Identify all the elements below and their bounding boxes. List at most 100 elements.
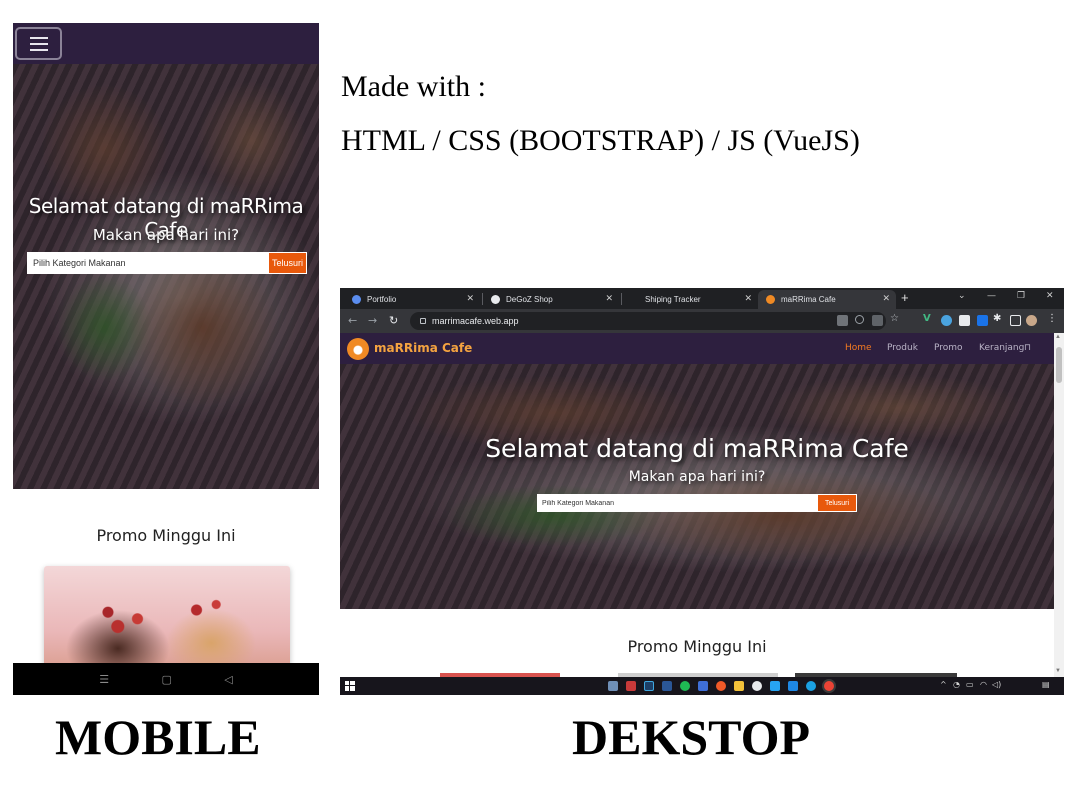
mobile-navbar bbox=[13, 23, 319, 64]
made-with-label: Made with : bbox=[341, 70, 486, 103]
tab-marrima-cafe[interactable]: maRRima Cafe ✕ bbox=[758, 290, 896, 309]
share-icon[interactable] bbox=[872, 315, 883, 326]
mobile-label: MOBILE bbox=[55, 709, 261, 765]
search-button[interactable]: Telusuri bbox=[817, 494, 857, 512]
hero-title: Selamat datang di maRRima Cafe bbox=[485, 434, 909, 463]
bookmark-star-icon[interactable]: ☆ bbox=[890, 313, 899, 324]
tech-stack-label: HTML / CSS (BOOTSTRAP) / JS (VueJS) bbox=[341, 124, 860, 157]
search-bar: Telusuri bbox=[537, 494, 857, 512]
search-button[interactable]: Telusuri bbox=[268, 252, 307, 274]
minimize-icon[interactable]: — bbox=[987, 291, 996, 301]
close-icon[interactable]: ✕ bbox=[744, 293, 752, 304]
spotify-icon[interactable] bbox=[680, 681, 690, 691]
reload-icon[interactable]: ↻ bbox=[389, 314, 398, 327]
windows-taskbar: ^ ◔ ▭ ◠ ◁) ▤ bbox=[340, 677, 1064, 695]
search-input[interactable] bbox=[27, 252, 268, 274]
tray-chevron-icon[interactable]: ^ bbox=[940, 680, 947, 689]
site-navbar: maRRima Cafe Home Produk Promo Keranjang… bbox=[340, 333, 1054, 364]
tab-title: maRRima Cafe bbox=[781, 295, 836, 304]
hero-subtitle: Makan apa hari ini? bbox=[92, 226, 240, 244]
back-icon[interactable]: ◁ bbox=[224, 673, 232, 686]
zoom-icon[interactable] bbox=[855, 315, 864, 324]
profile-avatar[interactable] bbox=[1026, 315, 1037, 326]
tab-title: Portfolio bbox=[367, 295, 397, 304]
forward-arrow-icon[interactable]: → bbox=[368, 314, 377, 327]
nav-link-produk[interactable]: Produk bbox=[887, 343, 918, 353]
desktop-screenshot: Portfolio ✕ DeGoZ Shop ✕ Shiping Tracker… bbox=[340, 288, 1064, 695]
vue-devtools-icon[interactable]: V bbox=[923, 313, 931, 324]
lock-icon bbox=[420, 318, 426, 324]
tray-battery-icon[interactable]: ▭ bbox=[966, 680, 974, 689]
close-icon[interactable]: ✕ bbox=[605, 293, 613, 304]
android-nav-bar: ☰ ▢ ◁ bbox=[13, 663, 319, 695]
marrima-favicon-icon bbox=[766, 295, 775, 304]
search-input[interactable] bbox=[537, 494, 817, 512]
taskbar-app-icon[interactable] bbox=[806, 681, 816, 691]
taskbar-app-icon[interactable] bbox=[662, 681, 672, 691]
nav-link-promo[interactable]: Promo bbox=[934, 343, 963, 353]
restore-icon[interactable]: ❐ bbox=[1017, 291, 1025, 301]
tab-search-icon[interactable]: ⌄ bbox=[958, 291, 966, 301]
search-bar: Telusuri bbox=[27, 252, 307, 274]
windows-start-icon[interactable] bbox=[345, 681, 355, 691]
cart-icon[interactable]: ⊓ bbox=[1024, 343, 1031, 353]
extension-icon[interactable] bbox=[977, 315, 988, 326]
tab-title: Shiping Tracker bbox=[645, 295, 701, 304]
webpage-viewport: maRRima Cafe Home Produk Promo Keranjang… bbox=[340, 333, 1054, 677]
new-tab-icon[interactable]: + bbox=[901, 290, 909, 305]
brand-name[interactable]: maRRima Cafe bbox=[374, 341, 472, 355]
taskbar-app-icon[interactable] bbox=[644, 681, 654, 691]
translate-icon[interactable] bbox=[837, 315, 848, 326]
promo-title: Promo Minggu Ini bbox=[96, 526, 236, 545]
taskbar-app-icon[interactable] bbox=[626, 681, 636, 691]
address-bar[interactable]: marrimacafe.web.app bbox=[410, 312, 886, 330]
taskbar-app-icon[interactable] bbox=[608, 681, 618, 691]
tab-shiping-tracker[interactable]: Shiping Tracker ✕ bbox=[622, 290, 758, 309]
side-panel-icon[interactable] bbox=[1010, 315, 1021, 326]
tray-wifi-icon[interactable]: ◠ bbox=[980, 680, 987, 689]
close-icon[interactable]: ✕ bbox=[466, 293, 474, 304]
nav-link-keranjang[interactable]: Keranjang bbox=[979, 343, 1024, 353]
chrome-active-icon[interactable] bbox=[824, 681, 834, 691]
scroll-thumb[interactable] bbox=[1056, 347, 1062, 383]
home-icon[interactable]: ▢ bbox=[161, 673, 171, 686]
notification-icon[interactable]: ▤ bbox=[1042, 680, 1050, 689]
browser-toolbar: ← → ↻ marrimacafe.web.app ☆ V ✱ ⋮ bbox=[340, 309, 1064, 333]
browser-tab-bar: Portfolio ✕ DeGoZ Shop ✕ Shiping Tracker… bbox=[340, 288, 1064, 309]
taskbar-app-icon[interactable] bbox=[698, 681, 708, 691]
tray-volume-icon[interactable]: ◁) bbox=[992, 680, 1001, 689]
eye-favicon-icon bbox=[491, 295, 500, 304]
hero-subtitle: Makan apa hari ini? bbox=[628, 469, 766, 485]
page-scrollbar[interactable]: ▲ ▼ bbox=[1054, 333, 1064, 677]
mobile-hero-image: Selamat datang di maRRima Cafe Makan apa… bbox=[13, 64, 319, 489]
nav-link-home[interactable]: Home bbox=[845, 343, 872, 353]
scroll-down-icon[interactable]: ▼ bbox=[1055, 668, 1061, 674]
brand-logo-icon[interactable] bbox=[347, 338, 369, 360]
hamburger-icon[interactable] bbox=[15, 27, 62, 60]
portfolio-favicon-icon bbox=[352, 295, 361, 304]
scroll-up-icon[interactable]: ▲ bbox=[1055, 334, 1061, 340]
file-explorer-icon[interactable] bbox=[734, 681, 744, 691]
close-icon[interactable]: ✕ bbox=[882, 293, 890, 304]
puzzle-extensions-icon[interactable]: ✱ bbox=[993, 313, 1001, 324]
tray-app-icon[interactable]: ◔ bbox=[953, 680, 960, 689]
taskbar-app-icon[interactable] bbox=[770, 681, 780, 691]
extension-white-icon[interactable] bbox=[959, 315, 970, 326]
tab-title: DeGoZ Shop bbox=[506, 295, 553, 304]
close-window-icon[interactable]: ✕ bbox=[1046, 291, 1054, 301]
browser-menu-icon[interactable]: ⋮ bbox=[1047, 313, 1057, 324]
promo-title: Promo Minggu Ini bbox=[627, 637, 767, 656]
chrome-icon[interactable] bbox=[752, 681, 762, 691]
tab-portfolio[interactable]: Portfolio ✕ bbox=[344, 290, 480, 309]
back-arrow-icon[interactable]: ← bbox=[348, 314, 357, 327]
promo-card-image[interactable] bbox=[44, 566, 290, 676]
blank-favicon-icon bbox=[630, 295, 639, 304]
vscode-icon[interactable] bbox=[788, 681, 798, 691]
url-text: marrimacafe.web.app bbox=[432, 316, 519, 326]
taskbar-app-icon[interactable] bbox=[716, 681, 726, 691]
desktop-hero-image: Selamat datang di maRRima Cafe Makan apa… bbox=[340, 364, 1054, 609]
extension-blue-icon[interactable] bbox=[941, 315, 952, 326]
tab-degoz-shop[interactable]: DeGoZ Shop ✕ bbox=[483, 290, 619, 309]
mobile-screenshot: Selamat datang di maRRima Cafe Makan apa… bbox=[13, 23, 319, 695]
menu-icon[interactable]: ☰ bbox=[99, 673, 109, 686]
